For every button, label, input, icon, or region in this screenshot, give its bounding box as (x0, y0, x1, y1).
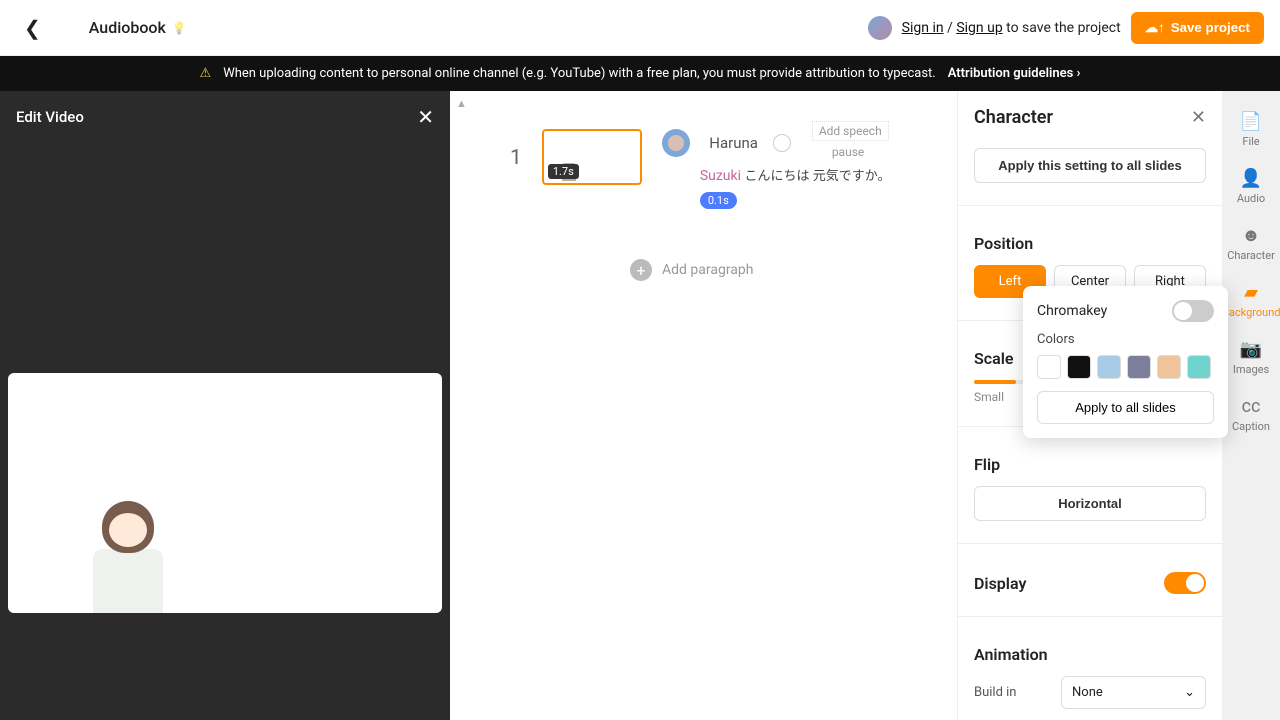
swatch-teal[interactable] (1187, 355, 1211, 379)
auth-text: Sign in / Sign up to save the project (902, 20, 1121, 36)
regenerate-button[interactable] (773, 134, 791, 152)
video-preview[interactable] (8, 373, 442, 613)
colors-label: Colors (1037, 332, 1214, 347)
chevron-right-icon: › (1077, 66, 1081, 81)
plus-icon: + (630, 259, 652, 281)
attribution-banner: ⚠ When uploading content to personal onl… (0, 56, 1280, 91)
close-panel-button[interactable]: ✕ (1191, 107, 1206, 128)
close-edit-video-button[interactable]: ✕ (417, 105, 434, 129)
right-sidebar: 📄File 👤Audio ☻Character ▰Background 📷Ima… (1222, 91, 1280, 720)
sidebar-caption[interactable]: ccCaption (1222, 388, 1280, 441)
swatch-black[interactable] (1067, 355, 1091, 379)
signup-link[interactable]: Sign up (956, 20, 1002, 36)
caption-icon: cc (1222, 396, 1280, 417)
swatch-lightblue[interactable] (1097, 355, 1121, 379)
speaker-avatar[interactable] (662, 129, 690, 157)
color-swatches (1037, 355, 1214, 379)
lightbulb-icon: 💡 (172, 21, 187, 35)
project-title-text: Audiobook (89, 18, 166, 37)
background-icon: ▰ (1222, 282, 1280, 303)
scroll-up-icon[interactable]: ▲ (456, 97, 467, 110)
chromakey-toggle[interactable] (1172, 300, 1214, 322)
back-button[interactable]: ❮ (16, 12, 49, 44)
add-speech-button[interactable]: Add speech (812, 121, 889, 141)
character-icon: ☻ (1222, 225, 1280, 246)
swatch-peach[interactable] (1157, 355, 1181, 379)
banner-text: When uploading content to personal onlin… (223, 66, 936, 81)
buildin-select[interactable]: None ⌄ (1061, 676, 1206, 709)
audio-icon: 👤 (1222, 168, 1280, 189)
animation-label: Animation (974, 645, 1206, 664)
images-icon: 📷 (1222, 339, 1280, 360)
pause-label: pause (832, 145, 864, 159)
sidebar-file[interactable]: 📄File (1222, 103, 1280, 156)
position-label: Position (974, 234, 1206, 253)
character-panel: Character ✕ Apply this setting to all sl… (957, 91, 1222, 720)
speech-text[interactable]: こんにちは 元気ですか。 (745, 169, 891, 184)
slide-thumbnail[interactable]: 1.7s (542, 129, 642, 185)
signin-link[interactable]: Sign in (902, 20, 944, 36)
add-paragraph-button[interactable]: + Add paragraph (630, 259, 927, 281)
speaker-subname: Suzuki (700, 168, 741, 184)
background-popover: Chromakey Colors Apply to all slides (1023, 286, 1228, 438)
panel-title: Character (974, 107, 1053, 128)
chromakey-label: Chromakey (1037, 303, 1107, 319)
apply-colors-all-slides-button[interactable]: Apply to all slides (1037, 391, 1214, 424)
swatch-white[interactable] (1037, 355, 1061, 379)
flip-label: Flip (974, 455, 1206, 474)
edit-video-panel: Edit Video ✕ (0, 91, 450, 720)
script-area: ▲ 1 1.7s Haruna Add speech pause Suzuki … (450, 91, 957, 720)
sidebar-audio[interactable]: 👤Audio (1222, 160, 1280, 213)
slide-number: 1 (510, 146, 522, 170)
warning-icon: ⚠ (200, 66, 212, 81)
speaker-name[interactable]: Haruna (709, 134, 758, 152)
sidebar-background[interactable]: ▰Background (1222, 274, 1280, 327)
save-project-button[interactable]: ☁↑ Save project (1131, 12, 1264, 44)
display-toggle[interactable] (1164, 572, 1206, 594)
pause-chip[interactable]: 0.1s (700, 192, 737, 209)
flip-horizontal-button[interactable]: Horizontal (974, 486, 1206, 521)
cloud-upload-icon: ☁↑ (1145, 20, 1165, 36)
edit-video-title: Edit Video (16, 108, 84, 126)
display-label: Display (974, 574, 1026, 593)
swatch-slate[interactable] (1127, 355, 1151, 379)
user-avatar[interactable] (868, 16, 892, 40)
project-title[interactable]: Audiobook 💡 (89, 18, 187, 37)
sidebar-images[interactable]: 📷Images (1222, 331, 1280, 384)
apply-all-slides-button[interactable]: Apply this setting to all slides (974, 148, 1206, 183)
slide-duration-badge: 1.7s (548, 164, 579, 179)
sidebar-character[interactable]: ☻Character (1222, 217, 1280, 270)
attribution-guidelines-link[interactable]: Attribution guidelines › (948, 66, 1081, 81)
file-icon: 📄 (1222, 111, 1280, 132)
buildin-label: Build in (974, 685, 1017, 700)
chevron-down-icon: ⌄ (1184, 685, 1195, 700)
character-illustration (68, 501, 188, 613)
